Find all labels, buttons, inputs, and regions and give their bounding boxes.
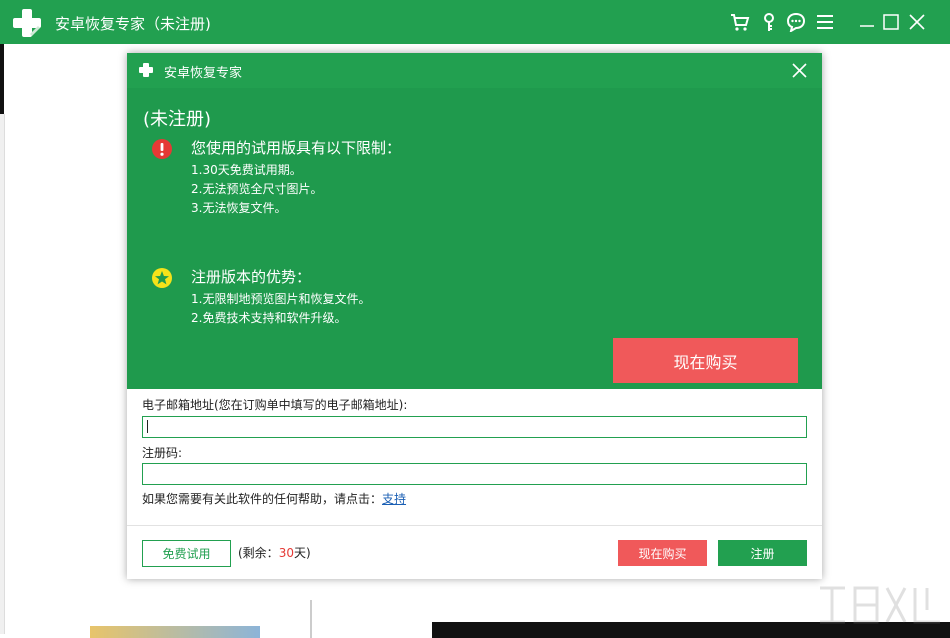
background-divider <box>310 600 312 638</box>
footer-divider <box>127 525 822 526</box>
main-titlebar: 安卓恢复专家（未注册) <box>0 0 950 44</box>
remaining-days: (剩余：30天) <box>238 544 311 561</box>
remaining-suffix: 天) <box>293 546 311 560</box>
code-label: 注册码: <box>142 446 183 460</box>
limits-title: 您使用的试用版具有以下限制： <box>191 139 402 157</box>
dialog-logo-icon <box>139 63 153 77</box>
help-text: 如果您需要有关此软件的任何帮助，请点击：支持 <box>142 490 406 507</box>
limits-list: 1.30天免费试用期。 2.无法预览全尺寸图片。 3.无法恢复文件。 <box>191 161 322 218</box>
benefit-item: 2.免费技术支持和软件升级。 <box>191 311 347 325</box>
warning-icon <box>152 139 172 159</box>
buy-now-button[interactable]: 现在购买 <box>613 338 798 383</box>
close-icon[interactable] <box>907 12 927 32</box>
cart-icon[interactable] <box>730 12 750 32</box>
key-icon[interactable] <box>759 12 779 32</box>
free-trial-button[interactable]: 免费试用 <box>142 540 231 567</box>
remaining-days-count: 30 <box>278 546 294 560</box>
remaining-prefix: (剩余： <box>238 546 279 560</box>
dialog-header: 安卓恢复专家 <box>127 53 822 88</box>
registration-status: (未注册) <box>143 109 212 130</box>
benefits-title: 注册版本的优势： <box>191 268 312 286</box>
limit-item: 3.无法恢复文件。 <box>191 201 287 215</box>
dialog-title: 安卓恢复专家 <box>164 66 243 81</box>
text-caret <box>147 420 148 433</box>
registration-dialog: 安卓恢复专家 (未注册) 您使用的试用版具有以下限制： 1.30天免费试用期。 … <box>127 53 822 579</box>
app-logo-icon <box>13 9 41 37</box>
minimize-icon[interactable] <box>857 12 877 32</box>
register-button[interactable]: 注册 <box>718 540 807 566</box>
help-prefix: 如果您需要有关此软件的任何帮助，请点击： <box>142 492 383 506</box>
background-panel-edge <box>0 44 4 114</box>
star-icon <box>152 268 172 288</box>
limit-item: 1.30天免费试用期。 <box>191 163 302 177</box>
limit-item: 2.无法预览全尺寸图片。 <box>191 182 323 196</box>
background-thumbnail <box>90 626 260 638</box>
benefits-list: 1.无限制地预览图片和恢复文件。 2.免费技术支持和软件升级。 <box>191 290 370 328</box>
app-title: 安卓恢复专家（未注册) <box>55 15 211 33</box>
menu-icon[interactable] <box>815 12 835 32</box>
email-field[interactable] <box>142 416 807 438</box>
watermark-logo <box>820 586 940 624</box>
info-panel: (未注册) 您使用的试用版具有以下限制： 1.30天免费试用期。 2.无法预览全… <box>127 88 822 389</box>
chat-icon[interactable] <box>786 12 806 32</box>
email-label: 电子邮箱地址(您在订购单中填写的电子邮箱地址): <box>142 398 408 412</box>
benefit-item: 1.无限制地预览图片和恢复文件。 <box>191 292 371 306</box>
dialog-close-icon[interactable] <box>791 62 808 79</box>
support-link[interactable]: 支持 <box>382 492 406 506</box>
maximize-icon[interactable] <box>881 12 901 32</box>
registration-code-field[interactable] <box>142 463 807 485</box>
buy-now-small-button[interactable]: 现在购买 <box>618 540 707 566</box>
background-sidebar-edge <box>0 114 5 634</box>
